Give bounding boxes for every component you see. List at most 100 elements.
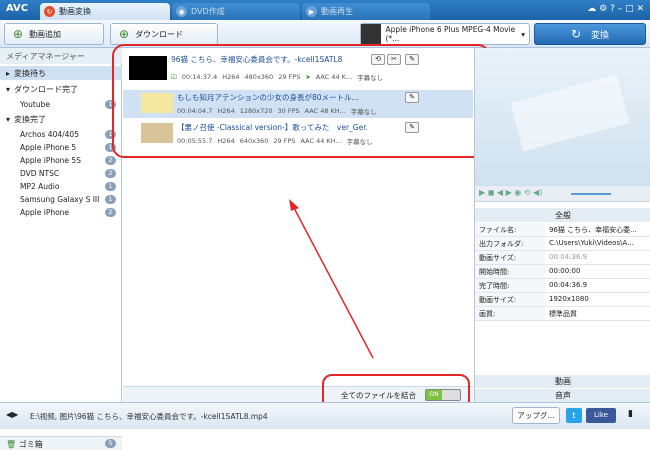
expand-icon[interactable]: ▮ — [628, 409, 633, 419]
convert-tab-icon: ↻ — [44, 6, 55, 17]
trash-label: ゴミ箱 — [18, 440, 43, 449]
prop-value[interactable]: 96猫 こちら、幸福安心委... — [545, 223, 650, 236]
app-logo: AVC — [6, 3, 29, 14]
convert-button[interactable]: ↻ 変換 — [534, 23, 646, 45]
add-icon: ⊕ — [13, 27, 24, 41]
nav-icon[interactable]: ◀▶ — [6, 410, 18, 419]
prop-row: 完了時間: 00:04:36.9 — [475, 279, 650, 293]
sidebar-item[interactable]: Apple iPhone 2 — [0, 206, 122, 219]
item-label: MP2 Audio — [20, 182, 60, 191]
volume-slider[interactable] — [571, 193, 611, 195]
film-icon — [510, 74, 630, 152]
sidebar: メディアマネージャー ▸ 変換待ち ▾ ダウンロード完了 Youtube 1 ▾ 変換完… — [0, 48, 122, 450]
sidebar-item[interactable]: MP2 Audio 1 — [0, 180, 122, 193]
prop-value[interactable]: C:\Users\Yuki\Videos\A... — [545, 237, 650, 250]
trash-icon: 🗑 — [6, 440, 17, 449]
convert-label: 変換 — [591, 30, 610, 41]
prop-key: ファイル名: — [475, 223, 545, 236]
sidebar-item[interactable]: Archos 404/405 1 — [0, 128, 122, 141]
prop-row: 動画サイズ: 1920x1080 — [475, 293, 650, 307]
prop-key: 出力フォルダ: — [475, 237, 545, 250]
prop-key: 開始時間: — [475, 265, 545, 278]
count-badge: 1 — [105, 195, 116, 204]
twitter-icon[interactable]: t — [566, 408, 582, 423]
disc-icon: ◉ — [176, 6, 187, 17]
video-section[interactable]: 動画 — [475, 375, 650, 388]
window-controls[interactable]: ☁ ⚙ ? – □ ✕ — [587, 4, 644, 14]
prop-key: 動画サイズ: — [475, 293, 545, 306]
prop-key: 動画サイズ: — [475, 251, 545, 264]
section-label: ダウンロード完了 — [14, 84, 79, 94]
item-label: Samsung Galaxy S III — [20, 195, 100, 204]
count-badge: 1 — [105, 182, 116, 191]
sidebar-item-youtube[interactable]: Youtube 1 — [0, 98, 122, 111]
tab-label: DVD作成 — [191, 7, 225, 16]
tab-label: 動画再生 — [321, 7, 353, 16]
right-panel: ▶ ◼ ◀ ▶ ◉ ⟲ ◀) 全般 ファイル名: 96猫 こちら、幸福安心委...… — [474, 48, 650, 402]
sidebar-section-pending[interactable]: ▸ 変換待ち — [0, 66, 122, 80]
prop-row: 開始時間: 00:00:00 — [475, 265, 650, 279]
sidebar-item[interactable]: DVD NTSC 2 — [0, 167, 122, 180]
prop-value: 00:04:36.9 — [549, 253, 588, 261]
download-button[interactable]: ⊕ ダウンロード — [110, 23, 218, 45]
prop-row: 画質: 標準品質 — [475, 307, 650, 321]
section-label: 変換完了 — [14, 114, 47, 124]
prop-value[interactable]: 00:04:36.9 — [545, 279, 650, 292]
file-path: E:\视频, 图片\96猫 こちら、幸福安心委員会です。-kcell1SATL8… — [30, 412, 268, 421]
tab-label: 動画変換 — [59, 7, 91, 16]
prop-value[interactable]: 標準品質 — [545, 307, 650, 320]
video-preview — [475, 48, 650, 186]
profile-select[interactable]: Apple iPhone 6 Plus MPEG-4 Movie (*... ▾ — [360, 23, 530, 45]
item-label: Archos 404/405 — [20, 130, 79, 139]
sidebar-item[interactable]: Samsung Galaxy S III 1 — [0, 193, 122, 206]
prop-key: 画質: — [475, 307, 545, 320]
pending-icon: ▸ — [6, 68, 11, 78]
count-badge: 2 — [105, 208, 116, 217]
item-label: Youtube — [20, 100, 50, 109]
count-badge: 5 — [105, 439, 116, 448]
chevron-down-icon: ▾ — [521, 29, 525, 39]
tab-play[interactable]: ▶ 動画再生 — [302, 3, 430, 20]
prop-key: 完了時間: — [475, 279, 545, 292]
sidebar-item[interactable]: Apple iPhone 51 — [0, 141, 122, 154]
upgrade-button[interactable]: アップグ... — [512, 407, 560, 424]
item-label: Apple iPhone 5S — [20, 156, 81, 165]
title-bar: AVC ↻ 動画変換 ◉ DVD作成 ▶ 動画再生 ☁ ⚙ ? – □ ✕ — [0, 0, 650, 20]
item-label: Apple iPhone 5 — [20, 143, 77, 152]
prop-row: ファイル名: 96猫 こちら、幸福安心委... — [475, 223, 650, 237]
highlight-box — [112, 44, 490, 158]
tab-dvd[interactable]: ◉ DVD作成 — [172, 3, 300, 20]
tab-convert[interactable]: ↻ 動画変換 — [40, 3, 170, 20]
play-icon: ▶ — [306, 6, 317, 17]
play-icon[interactable]: ▶ ◼ ◀ ▶ ◉ ⟲ ◀) — [479, 188, 542, 197]
prop-row: 出力フォルダ: C:\Users\Yuki\Videos\A... — [475, 237, 650, 251]
download-icon: ⊕ — [119, 27, 130, 41]
prop-value[interactable]: 1920x1080 — [545, 293, 650, 306]
facebook-like-button[interactable]: Like — [586, 408, 616, 423]
status-bar: ◀▶ E:\视频, 图片\96猫 こちら、幸福安心委員会です。-kcell1SA… — [0, 402, 650, 429]
add-label: 動画追加 — [29, 29, 62, 39]
sidebar-section-downloaded[interactable]: ▾ ダウンロード完了 — [0, 82, 122, 96]
section-label: 変換待ち — [14, 68, 47, 78]
convert-icon: ↻ — [570, 27, 582, 41]
chevron-down-icon: ▾ — [6, 114, 11, 124]
player-controls[interactable]: ▶ ◼ ◀ ▶ ◉ ⟲ ◀) — [475, 186, 650, 202]
prop-row: 動画サイズ: 00:04:36.9 — [475, 251, 650, 265]
upgrade-label: アップグ... — [517, 411, 555, 420]
add-video-button[interactable]: ⊕ 動画追加 — [4, 23, 104, 45]
download-label: ダウンロード — [135, 29, 184, 39]
trash-item[interactable]: 🗑 ゴミ箱 5 — [0, 436, 122, 450]
profile-label: Apple iPhone 6 Plus MPEG-4 Movie (*... — [385, 25, 516, 43]
count-badge: 2 — [105, 156, 116, 165]
count-badge: 2 — [105, 169, 116, 178]
audio-section[interactable]: 音声 — [475, 389, 650, 402]
prop-value[interactable]: 00:00:00 — [545, 265, 650, 278]
sidebar-section-converted[interactable]: ▾ 変換完了 — [0, 112, 122, 126]
apple-icon — [361, 24, 382, 44]
item-label: Apple iPhone — [20, 208, 70, 217]
like-label: Like — [594, 411, 608, 419]
chevron-down-icon: ▾ — [6, 84, 11, 94]
properties-header: 全般 — [475, 208, 650, 222]
item-label: DVD NTSC — [20, 169, 60, 178]
sidebar-item[interactable]: Apple iPhone 5S 2 — [0, 154, 122, 167]
